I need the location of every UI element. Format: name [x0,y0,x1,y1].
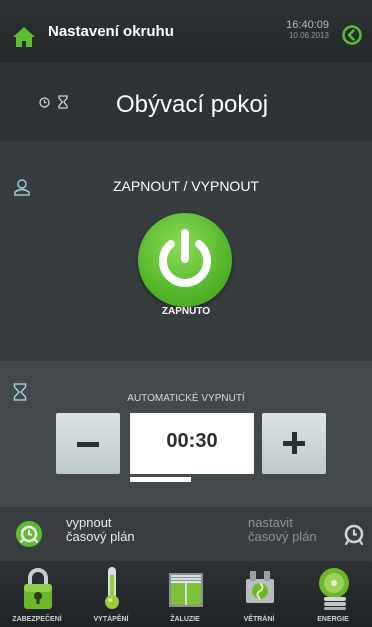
nav-label-blinds: ŽALUZIE [170,616,200,623]
schedule-off-button[interactable]: vypnout časový plán [66,516,135,544]
nav-item-blinds[interactable]: ŽALUZIE [148,561,222,627]
fan-icon [246,571,274,603]
thermometer-icon [105,567,119,609]
clock-date: 10.06.2013 [288,31,329,40]
timer-underline [130,477,191,482]
power-icon [159,229,211,287]
nav-item-ventilation[interactable]: VĚTRÁNÍ [222,561,296,627]
minus-icon [77,442,99,447]
nav-label-security: ZABEZPEČENÍ [12,616,62,623]
nav-item-security[interactable]: ZABEZPEČENÍ [0,561,74,627]
nav-label-ventilation: VĚTRÁNÍ [243,616,275,623]
decrease-button[interactable] [56,413,120,474]
hourglass-icon [58,95,68,109]
alarm-clock-icon[interactable] [342,522,366,546]
schedule-set-button[interactable]: nastavit časový plán [248,516,317,544]
nav-item-energy[interactable]: ENERGIE [296,561,370,627]
clock-time: 16:40:09 [286,19,329,31]
home-icon[interactable] [12,26,36,48]
power-toggle-label: ZAPNOUT / VYPNOUT [113,178,259,194]
schedule-set-line1: nastavit [248,515,293,530]
schedule-off-line2: časový plán [66,529,135,544]
auto-off-label: AUTOMATICKÉ VYPNUTÍ [127,393,245,404]
power-state: ZAPNUTO [161,306,211,317]
energy-icon [319,568,349,610]
schedule-off-line1: vypnout [66,515,112,530]
schedule-set-line2: časový plán [248,529,317,544]
nav-label-energy: ENERGIE [317,616,349,623]
power-button[interactable] [138,213,232,307]
bottom-nav: ZABEZPEČENÍ VYTÁPĚNÍ ŽALUZIE VĚTRÁNÍ ENE… [0,561,372,627]
clock-icon [39,97,50,108]
timer-value: 00:30 [166,430,218,452]
back-icon[interactable] [342,25,362,45]
room-name: Obývací pokoj [116,91,269,118]
nav-label-heating: VYTÁPĚNÍ [93,616,129,623]
padlock-icon [24,568,52,609]
page-title: Nastavení okruhu [48,23,174,40]
increase-button[interactable] [262,413,326,474]
blinds-icon [169,573,203,607]
schedule-off-icon[interactable] [16,521,42,547]
nav-item-heating[interactable]: VYTÁPĚNÍ [74,561,148,627]
